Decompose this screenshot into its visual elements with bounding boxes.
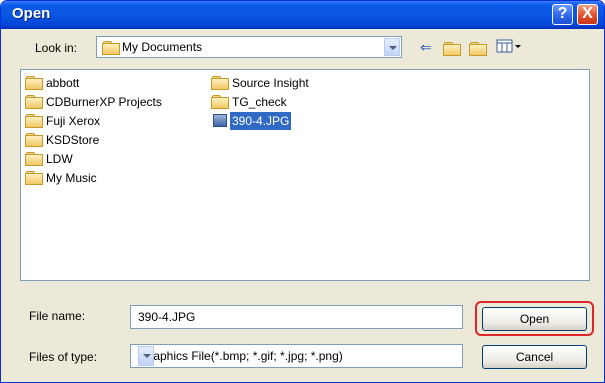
chevron-down-icon[interactable]	[138, 346, 154, 366]
files-of-type-label: Files of type:	[29, 350, 98, 364]
list-item-folder[interactable]: LDW	[25, 150, 75, 168]
look-in-label: Look in:	[35, 41, 78, 55]
file-list[interactable]: abbott CDBurnerXP Projects Fuji Xerox KS…	[20, 69, 590, 281]
up-folder-icon[interactable]	[442, 38, 462, 56]
list-item-folder[interactable]: TG_check	[211, 93, 289, 111]
file-name-input[interactable]: 390-4.JPG	[130, 305, 463, 329]
image-file-icon	[213, 114, 227, 128]
list-item-folder[interactable]: Fuji Xerox	[25, 112, 102, 130]
list-item-folder[interactable]: KSDStore	[25, 131, 101, 149]
chevron-down-icon[interactable]	[384, 38, 400, 56]
look-in-value: My Documents	[122, 40, 203, 54]
list-item-folder[interactable]: abbott	[25, 74, 81, 92]
open-dialog: Open ? X Look in: My Documents ⇐ abbott …	[0, 0, 605, 383]
view-menu-icon[interactable]	[494, 38, 524, 56]
cancel-button[interactable]: Cancel	[482, 345, 587, 369]
window-title: Open	[12, 5, 51, 22]
files-of-type-combo[interactable]: Graphics File(*.bmp; *.gif; *.jpg; *.png…	[130, 344, 463, 368]
list-item-folder[interactable]: CDBurnerXP Projects	[25, 93, 164, 111]
back-icon[interactable]: ⇐	[416, 38, 436, 56]
look-in-combo[interactable]: My Documents	[96, 36, 402, 58]
list-item-folder[interactable]: My Music	[25, 169, 99, 187]
title-bar[interactable]: Open ? X	[1, 1, 604, 29]
new-folder-icon[interactable]	[468, 38, 488, 56]
list-item-folder[interactable]: Source Insight	[211, 74, 311, 92]
documents-folder-icon	[102, 41, 121, 56]
list-item-file-selected[interactable]: 390-4.JPG	[211, 112, 292, 130]
close-button[interactable]: X	[577, 4, 598, 25]
file-name-label: File name:	[29, 309, 86, 323]
help-button[interactable]: ?	[552, 4, 573, 25]
highlight-box	[475, 301, 594, 336]
